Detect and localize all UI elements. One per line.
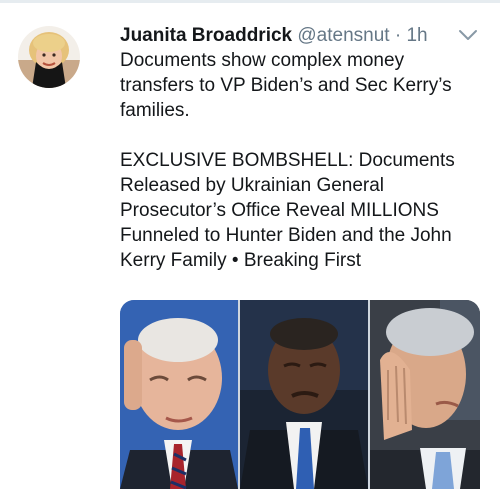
top-divider bbox=[0, 0, 500, 3]
separator-dot: · bbox=[394, 25, 402, 46]
card-headline-line: Prosecutor’s Office Reveal MILLIONS bbox=[120, 200, 439, 221]
tweet-text-line: Documents show complex money bbox=[120, 50, 405, 71]
tweet-timestamp[interactable]: 1h bbox=[406, 25, 427, 46]
tweet-body: Documents show complex money transfers t… bbox=[120, 48, 480, 273]
author-avatar[interactable] bbox=[18, 26, 80, 88]
chevron-down-icon[interactable] bbox=[457, 26, 479, 44]
card-headline-line: Released by Ukrainian General bbox=[120, 175, 385, 196]
media-panel-middle bbox=[240, 300, 368, 489]
tweet-header: Juanita Broaddrick @atensnut · 1h bbox=[120, 24, 480, 48]
card-headline-line: Kerry Family • Breaking First bbox=[120, 250, 362, 271]
author-name[interactable]: Juanita Broaddrick bbox=[120, 25, 292, 46]
avatar-photo-icon bbox=[18, 26, 80, 88]
author-handle[interactable]: @atensnut bbox=[297, 25, 389, 46]
card-headline-line: Funneled to Hunter Biden and the John bbox=[120, 225, 452, 246]
media-panel-left bbox=[120, 300, 238, 489]
media-panel-right bbox=[370, 300, 480, 489]
card-headline-line: EXCLUSIVE BOMBSHELL: Documents bbox=[120, 150, 455, 171]
tweet-text-line: transfers to VP Biden’s and Sec Kerry’s bbox=[120, 75, 452, 96]
tweet-media-image[interactable] bbox=[120, 300, 480, 489]
tweet-text-line: families. bbox=[120, 100, 190, 121]
